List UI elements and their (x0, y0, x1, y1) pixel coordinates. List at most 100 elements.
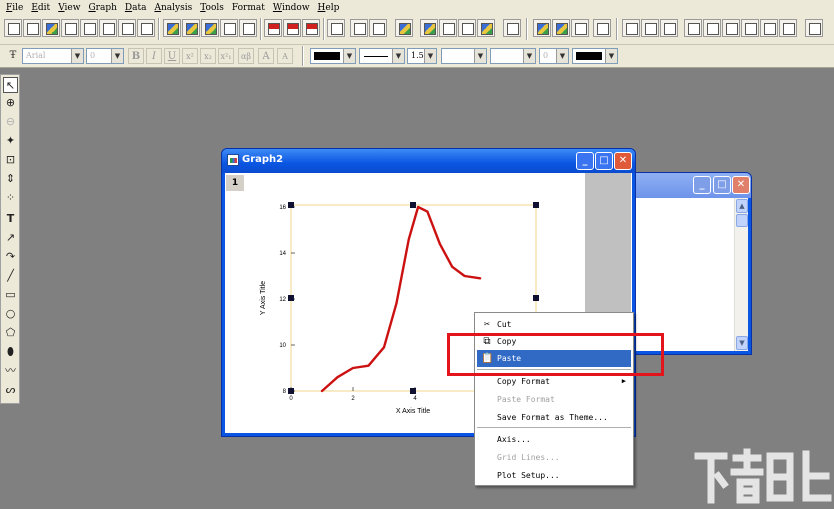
background-window-titlebar[interactable]: _ □ ✕ (631, 173, 751, 198)
line-style-select[interactable]: ▼ (359, 48, 405, 64)
menu-edit[interactable]: Edit (27, 3, 54, 13)
circle-tool-icon[interactable]: ○ (3, 306, 18, 322)
import-multiple-icon[interactable] (283, 19, 301, 37)
scroll-up-icon[interactable]: ▲ (736, 199, 748, 213)
menu-item-axis[interactable]: Axis... (477, 431, 631, 448)
menu-item-cut[interactable]: ✂ Cut (477, 316, 631, 333)
symbol-size-select[interactable]: 0 ▼ (539, 48, 569, 64)
zoom-in-icon[interactable]: ⊕ (3, 95, 18, 111)
close-icon[interactable]: ✕ (732, 176, 750, 194)
menu-item-plot-setup[interactable]: Plot Setup... (477, 467, 631, 484)
curved-arrow-icon[interactable]: ↷ (3, 249, 18, 265)
save-template-icon[interactable] (239, 19, 257, 37)
layout-nine-icon[interactable] (660, 19, 678, 37)
copy-page-icon[interactable] (395, 19, 413, 37)
text-tool-icon[interactable]: T (3, 211, 18, 227)
bold-button[interactable]: B (128, 48, 144, 64)
script-window-icon[interactable] (458, 19, 476, 37)
minimize-icon[interactable]: _ (693, 176, 711, 194)
menu-format[interactable]: Format (228, 3, 269, 13)
scroll-down-icon[interactable]: ▼ (736, 336, 748, 350)
background-window[interactable]: _ □ ✕ ▲ ▼ (630, 172, 752, 355)
menu-help[interactable]: Help (314, 3, 344, 13)
underline-button[interactable]: U (164, 48, 180, 64)
font-name-select[interactable]: Arial ▼ (22, 48, 84, 64)
draw-data-icon[interactable]: ⁘ (3, 190, 18, 206)
maximize-icon[interactable]: □ (713, 176, 731, 194)
arrow-tool-icon[interactable]: ↗ (3, 230, 18, 246)
layout-inset-icon[interactable] (805, 19, 823, 37)
menu-analysis[interactable]: Analysis (150, 3, 196, 13)
import-wizard-icon[interactable] (302, 19, 320, 37)
screen-reader-icon[interactable]: ✦ (3, 133, 18, 149)
menu-tools[interactable]: Tools (196, 3, 228, 13)
line-tool-icon[interactable]: ╱ (3, 268, 18, 284)
polygon-tool-icon[interactable]: ⬠ (3, 325, 18, 341)
region-tool-icon[interactable]: ⬮ (3, 344, 18, 360)
new-excel-icon[interactable] (118, 19, 136, 37)
pointer-icon[interactable]: ↖ (3, 77, 18, 93)
polyline-tool-icon[interactable]: 〰 (3, 363, 18, 379)
project-explorer-icon[interactable] (420, 19, 438, 37)
zoom-layer-icon[interactable] (552, 19, 570, 37)
line-width-select[interactable]: 1.5 ▼ (407, 48, 437, 64)
layout-stack-icon[interactable] (779, 19, 797, 37)
layout-quad-icon[interactable] (641, 19, 659, 37)
greek-button[interactable]: αβ (238, 48, 254, 64)
duplicate-icon[interactable] (369, 19, 387, 37)
code-builder-icon[interactable] (477, 19, 495, 37)
add-layer-icon[interactable] (593, 19, 611, 37)
supsub-button[interactable]: x²₁ (218, 48, 234, 64)
menu-item-save-format-as-theme[interactable]: Save Format as Theme... (477, 409, 631, 426)
rectangle-tool-icon[interactable]: ▭ (3, 287, 18, 303)
subscript-button[interactable]: x₂ (200, 48, 216, 64)
data-reader-icon[interactable]: ⊡ (3, 152, 18, 168)
increase-font-button[interactable]: A (258, 48, 274, 64)
layout-top-icon[interactable] (703, 19, 721, 37)
layout-frame-icon[interactable] (684, 19, 702, 37)
italic-button[interactable]: I (146, 48, 162, 64)
freehand-tool-icon[interactable]: ᔕ (3, 382, 18, 398)
open-template-icon[interactable] (182, 19, 200, 37)
new-function-icon[interactable] (80, 19, 98, 37)
refresh-icon[interactable] (350, 19, 368, 37)
rescale-icon[interactable] (571, 19, 589, 37)
scroll-thumb[interactable] (736, 214, 748, 227)
open-excel-icon[interactable] (201, 19, 219, 37)
menu-item-paste-format[interactable]: Paste Format (477, 391, 631, 408)
font-color-select[interactable]: ▼ (310, 48, 356, 64)
new-graph-icon[interactable] (42, 19, 60, 37)
superscript-button[interactable]: x² (182, 48, 198, 64)
menu-data[interactable]: Data (121, 3, 151, 13)
new-worksheet-icon[interactable] (23, 19, 41, 37)
save-icon[interactable] (220, 19, 238, 37)
zoom-out-icon[interactable]: ⊖ (3, 114, 18, 130)
maximize-icon[interactable]: □ (595, 152, 613, 170)
layer-icon[interactable] (533, 19, 551, 37)
data-selector-icon[interactable]: ⇕ (3, 171, 18, 187)
layout-bottom-icon[interactable] (722, 19, 740, 37)
menu-view[interactable]: View (54, 3, 84, 13)
minimize-icon[interactable]: _ (576, 152, 594, 170)
new-notes-icon[interactable] (137, 19, 155, 37)
graph-window-titlebar[interactable]: Graph2 _ □ ✕ (222, 149, 635, 173)
menu-window[interactable]: Window (269, 3, 314, 13)
import-ascii-icon[interactable] (264, 19, 282, 37)
font-size-select[interactable]: 0 ▼ (86, 48, 124, 64)
print-icon[interactable] (327, 19, 345, 37)
layout-single-icon[interactable] (622, 19, 640, 37)
open-icon[interactable] (163, 19, 181, 37)
fill-color-select[interactable]: ▼ (490, 48, 536, 64)
vertical-scrollbar[interactable]: ▲ ▼ (734, 198, 748, 351)
new-matrix-icon[interactable] (61, 19, 79, 37)
menu-item-grid-lines[interactable]: Grid Lines... (477, 449, 631, 466)
add-new-column-icon[interactable] (503, 19, 521, 37)
new-project-icon[interactable] (4, 19, 22, 37)
layout-left-icon[interactable] (741, 19, 759, 37)
results-log-icon[interactable] (439, 19, 457, 37)
menu-file[interactable]: File (2, 3, 27, 13)
close-icon[interactable]: ✕ (614, 152, 632, 170)
layout-right-icon[interactable] (760, 19, 778, 37)
menu-graph[interactable]: Graph (84, 3, 120, 13)
decrease-font-button[interactable]: A (277, 48, 293, 64)
